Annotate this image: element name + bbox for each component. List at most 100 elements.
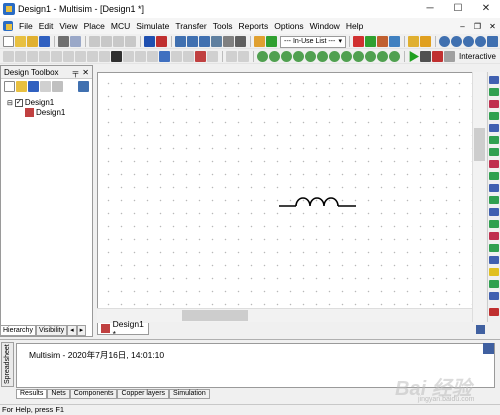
pause-icon[interactable] xyxy=(420,51,431,62)
ercheck-icon[interactable] xyxy=(266,36,277,47)
bus-icon[interactable] xyxy=(207,51,218,62)
close-button[interactable]: ✕ xyxy=(472,0,500,18)
tree-child-item[interactable]: Design1 xyxy=(25,108,65,117)
menu-help[interactable]: Help xyxy=(343,18,366,34)
diode-icon[interactable] xyxy=(27,51,38,62)
transistor-icon[interactable] xyxy=(39,51,50,62)
logic-converter-icon[interactable] xyxy=(365,51,376,62)
instrument-icon-11[interactable] xyxy=(489,196,499,204)
search-component-icon[interactable] xyxy=(254,36,265,47)
instrument-icon-12[interactable] xyxy=(489,208,499,216)
indicator-icon[interactable] xyxy=(111,51,122,62)
menu-view[interactable]: View xyxy=(56,18,80,34)
source-icon[interactable] xyxy=(3,51,14,62)
instrument-icon-4[interactable] xyxy=(489,112,499,120)
text-icon[interactable] xyxy=(226,51,237,62)
paste-icon[interactable] xyxy=(113,36,124,47)
instrument-icon-2[interactable] xyxy=(489,88,499,96)
menu-transfer[interactable]: Transfer xyxy=(172,18,209,34)
horizontal-scroll-thumb[interactable] xyxy=(182,310,248,321)
zoom-fit-icon[interactable] xyxy=(487,36,498,47)
document-icon[interactable] xyxy=(3,21,13,31)
tab-nets[interactable]: Nets xyxy=(47,389,70,399)
component-wizard-icon[interactable] xyxy=(223,36,234,47)
instrument-icon-15[interactable] xyxy=(489,244,499,252)
tab-hierarchy[interactable]: Hierarchy xyxy=(0,325,36,336)
basic-icon[interactable] xyxy=(15,51,26,62)
hierarchical-block-icon[interactable] xyxy=(195,51,206,62)
run-icon[interactable] xyxy=(409,51,419,62)
mdi-restore-button[interactable]: ❐ xyxy=(470,22,485,31)
close-icon[interactable]: ✕ xyxy=(82,68,89,77)
instrument-icon-8[interactable] xyxy=(489,160,499,168)
zoom-in-icon[interactable] xyxy=(439,36,450,47)
mcu-icon[interactable] xyxy=(183,51,194,62)
oscilloscope-icon[interactable] xyxy=(293,51,304,62)
misc-icon[interactable] xyxy=(135,51,146,62)
menu-simulate[interactable]: Simulate xyxy=(133,18,172,34)
menu-file[interactable]: File xyxy=(16,18,36,34)
instrument-icon-7[interactable] xyxy=(489,148,499,156)
inductor-component[interactable] xyxy=(279,194,357,210)
multimeter-icon[interactable] xyxy=(257,51,268,62)
spreadsheet-options-icon[interactable] xyxy=(483,343,494,354)
four-channel-oscilloscope-icon[interactable] xyxy=(305,51,316,62)
tab-simulation[interactable]: Simulation xyxy=(169,389,210,399)
word-generator-icon[interactable] xyxy=(341,51,352,62)
toggle-fullscreen-icon[interactable] xyxy=(175,36,186,47)
instrument-icon-19[interactable] xyxy=(489,292,499,300)
database-manager-icon[interactable] xyxy=(211,36,222,47)
new-icon[interactable] xyxy=(3,36,14,47)
interactive-mode-label[interactable]: Interactive xyxy=(459,52,496,61)
hierarchy-view-icon[interactable] xyxy=(78,80,89,92)
mdi-minimize-button[interactable]: ‒ xyxy=(455,22,470,31)
instrument-icon-14[interactable] xyxy=(489,232,499,240)
logic-analyzer-icon[interactable] xyxy=(353,51,364,62)
save-icon[interactable] xyxy=(39,36,50,47)
menu-tools[interactable]: Tools xyxy=(210,18,236,34)
tab-copper-layers[interactable]: Copper layers xyxy=(117,389,170,399)
ttl-icon[interactable] xyxy=(63,51,74,62)
cut-icon[interactable] xyxy=(89,36,100,47)
maximize-button[interactable]: ☐ xyxy=(444,0,472,18)
tab-scroll-left-icon[interactable]: ◂ xyxy=(67,325,77,336)
instrument-icon-18[interactable] xyxy=(489,280,499,288)
schematic-canvas[interactable] xyxy=(97,72,486,322)
zoom-out-icon[interactable] xyxy=(451,36,462,47)
print-icon[interactable] xyxy=(58,36,69,47)
help-icon[interactable] xyxy=(420,36,431,47)
probe-tool-icon[interactable] xyxy=(489,308,499,316)
open-folder-icon[interactable] xyxy=(27,36,38,47)
tree-collapse-icon[interactable]: ⊟ xyxy=(7,99,13,107)
menu-window[interactable]: Window xyxy=(307,18,343,34)
instrument-icon-17[interactable] xyxy=(489,268,499,276)
delete-icon[interactable] xyxy=(125,36,136,47)
tree-root-item[interactable]: ⊟ ✓ Design1 xyxy=(7,98,54,107)
menu-options[interactable]: Options xyxy=(271,18,306,34)
forward-annotate-icon[interactable] xyxy=(389,36,400,47)
distortion-analyzer-icon[interactable] xyxy=(389,51,400,62)
redo-icon[interactable] xyxy=(156,36,167,47)
mdi-close-button[interactable]: ✕ xyxy=(485,22,500,31)
print-preview-icon[interactable] xyxy=(70,36,81,47)
bode-plotter-icon[interactable] xyxy=(317,51,328,62)
pin-icon[interactable]: ╤ xyxy=(73,68,79,77)
menu-edit[interactable]: Edit xyxy=(36,18,57,34)
menu-place[interactable]: Place xyxy=(81,18,108,34)
undo-icon[interactable] xyxy=(144,36,155,47)
checkbox-icon[interactable]: ✓ xyxy=(14,98,23,107)
layout-corner-icon[interactable] xyxy=(476,325,485,334)
horizontal-scrollbar[interactable] xyxy=(97,308,472,322)
open-design-icon[interactable] xyxy=(16,80,27,92)
mixed-icon[interactable] xyxy=(99,51,110,62)
cmos-icon[interactable] xyxy=(75,51,86,62)
stop-icon[interactable] xyxy=(432,51,443,62)
tab-components[interactable]: Components xyxy=(69,389,118,399)
analog-icon[interactable] xyxy=(51,51,62,62)
green-check-icon[interactable] xyxy=(365,36,376,47)
tab-scroll-right-icon[interactable]: ▸ xyxy=(76,325,87,336)
function-generator-icon[interactable] xyxy=(269,51,280,62)
menu-reports[interactable]: Reports xyxy=(236,18,272,34)
minimize-button[interactable]: ─ xyxy=(416,0,444,18)
menu-mcu[interactable]: MCU xyxy=(108,18,133,34)
